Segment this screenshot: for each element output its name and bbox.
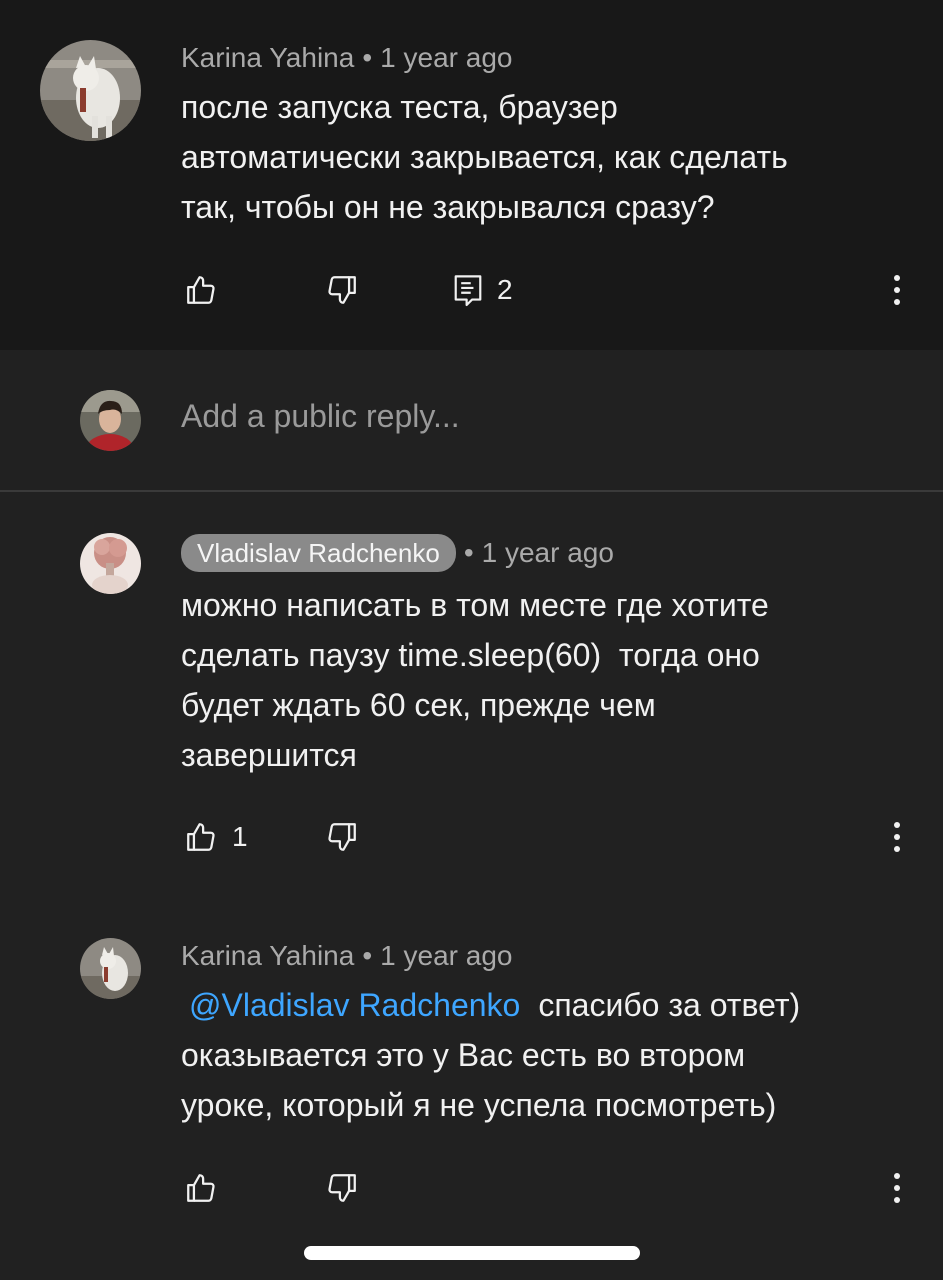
thumb-down-icon: [328, 1174, 356, 1202]
avatar[interactable]: [80, 533, 141, 594]
more-vert-dot: [894, 834, 900, 840]
reply-actions: [0, 1163, 943, 1213]
reply-avatar-image: [80, 533, 141, 594]
reply-text-line: сделать паузу time.sleep(60) тогда оно: [181, 637, 760, 673]
cat-avatar-image: [80, 938, 141, 999]
dislike-button[interactable]: [325, 1163, 359, 1213]
more-vert-dot: [894, 1185, 900, 1191]
comment-text-line: так, чтобы он не закрывался сразу?: [181, 189, 715, 225]
replies-button[interactable]: 2: [453, 265, 513, 315]
reply-text-line: оказывается это у Вас есть во втором: [181, 1037, 746, 1073]
more-vert-dot: [894, 299, 900, 305]
comment-text-line: после запуска теста, браузер: [181, 89, 618, 125]
reply-text-line: можно написать в том месте где хотите: [181, 587, 769, 623]
more-vert-dot: [894, 846, 900, 852]
thumb-up-icon: [187, 1174, 215, 1202]
comment-meta: Karina Yahina • 1 year ago: [181, 42, 512, 74]
reply-input[interactable]: [181, 398, 881, 435]
more-options-button[interactable]: [877, 812, 917, 862]
home-indicator[interactable]: [304, 1246, 640, 1260]
reply-text: @Vladislav Radchenko спасибо за ответ) ок…: [181, 980, 800, 1130]
creator-author-badge[interactable]: Vladislav Radchenko: [181, 534, 456, 572]
reply-time: 1 year ago: [380, 940, 513, 971]
comments-page: Karina Yahina • 1 year ago после запуска т…: [0, 0, 943, 1280]
thumb-down-icon: [328, 276, 356, 304]
more-vert-icon: [894, 1173, 900, 1179]
like-count: 1: [232, 821, 248, 852]
avatar[interactable]: [40, 40, 141, 141]
more-vert-dot: [894, 1197, 900, 1203]
reply-text-line: @Vladislav Radchenko спасибо за ответ): [181, 980, 800, 1030]
user-avatar-image: [80, 390, 141, 451]
divider: [0, 490, 943, 492]
separator-dot: •: [362, 42, 373, 73]
like-button[interactable]: [184, 1163, 218, 1213]
more-options-button[interactable]: [877, 1163, 917, 1213]
avatar[interactable]: [80, 938, 141, 999]
reply-meta: Vladislav Radchenko • 1 year ago: [181, 534, 614, 572]
more-vert-icon: [894, 822, 900, 828]
like-button[interactable]: [184, 265, 218, 315]
separator-dot: •: [362, 940, 373, 971]
reply-text-rest: спасибо за ответ): [538, 987, 801, 1023]
more-vert-icon: [894, 275, 900, 281]
reply-actions: 1: [0, 812, 943, 862]
comment-text-line: автоматически закрывается, как сделать: [181, 139, 788, 175]
reply-meta: Karina Yahina • 1 year ago: [181, 940, 512, 972]
reply-text-line: завершится: [181, 737, 357, 773]
reply-text-line: будет ждать 60 сек, прежде чем: [181, 687, 656, 723]
mention-link[interactable]: @Vladislav Radchenko: [189, 987, 520, 1023]
like-button[interactable]: 1: [184, 812, 248, 862]
reply-time: 1 year ago: [481, 537, 614, 568]
main-comment: Karina Yahina • 1 year ago после запуска т…: [0, 0, 943, 350]
comment-time: 1 year ago: [380, 42, 513, 73]
thumb-down-icon: [328, 823, 356, 851]
comment-icon: [454, 275, 482, 307]
comment-author[interactable]: Karina Yahina: [181, 42, 354, 73]
more-vert-dot: [894, 287, 900, 293]
dislike-button[interactable]: [325, 812, 359, 862]
reply-count: 2: [497, 274, 513, 305]
reply-box: [0, 350, 943, 490]
reply-author[interactable]: Karina Yahina: [181, 940, 354, 971]
comment-text: после запуска теста, браузер автоматичес…: [181, 82, 788, 232]
more-options-button[interactable]: [877, 265, 917, 315]
thumb-up-icon: [187, 276, 215, 304]
reply-text: можно написать в том месте где хотите сд…: [181, 580, 769, 780]
thumb-up-icon: [187, 823, 215, 851]
comment-actions: 2: [0, 265, 943, 315]
dislike-button[interactable]: [325, 265, 359, 315]
avatar: [80, 390, 141, 451]
cat-avatar-image: [40, 40, 141, 141]
separator-dot: •: [463, 537, 474, 568]
reply-text-line: уроке, который я не успела посмотреть): [181, 1087, 777, 1123]
